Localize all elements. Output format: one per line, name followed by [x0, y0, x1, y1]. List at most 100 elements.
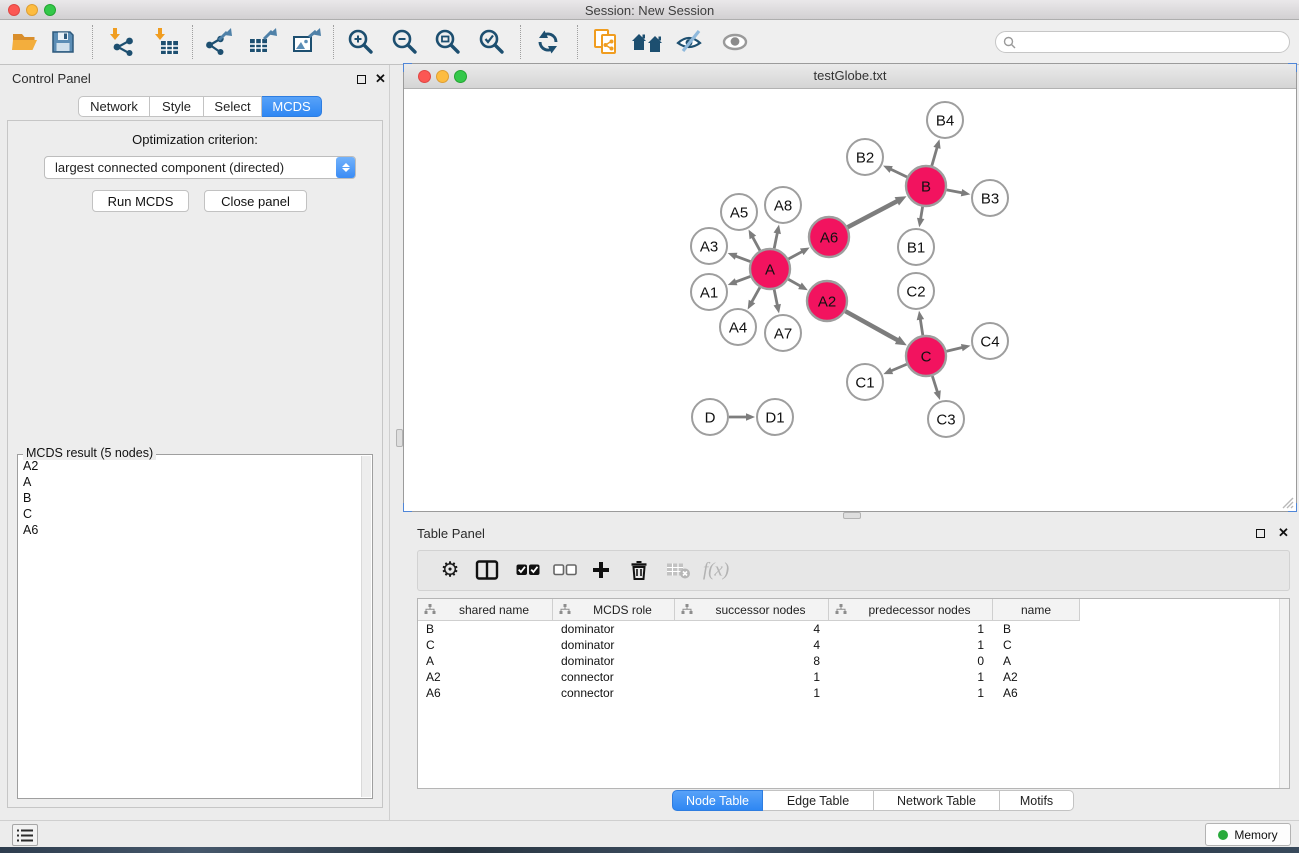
graph-edge-B-B3[interactable]: [947, 189, 971, 196]
open-session-button[interactable]: [10, 30, 40, 54]
graph-edge-C-C1[interactable]: [883, 364, 906, 374]
tab-edge-table[interactable]: Edge Table: [763, 790, 874, 811]
save-session-button[interactable]: [50, 30, 76, 54]
export-image-button[interactable]: [291, 28, 321, 56]
tab-select[interactable]: Select: [204, 96, 262, 117]
mcds-result-item[interactable]: A2: [19, 458, 361, 474]
import-network-button[interactable]: [106, 28, 136, 56]
column-header-name[interactable]: name: [993, 599, 1080, 621]
tab-style[interactable]: Style: [150, 96, 204, 117]
graph-node-A4[interactable]: A4: [720, 309, 756, 345]
refresh-view-button[interactable]: [534, 29, 562, 55]
graph-edge-B-B4[interactable]: [932, 139, 941, 166]
column-header-shared-name[interactable]: shared name: [418, 599, 553, 621]
graph-node-B[interactable]: B: [906, 166, 946, 206]
graph-edge-C-C2[interactable]: [917, 311, 924, 335]
criterion-dropdown[interactable]: largest connected component (directed): [44, 156, 356, 179]
table-row[interactable]: Adominator80A: [418, 653, 1289, 669]
column-header-predecessor-nodes[interactable]: predecessor nodes: [829, 599, 993, 621]
tab-node-table[interactable]: Node Table: [672, 790, 763, 811]
horizontal-splitter-handle[interactable]: [843, 512, 861, 519]
graph-edge-A-A1[interactable]: [728, 276, 751, 285]
table-scrollbar[interactable]: [1279, 599, 1289, 788]
graph-node-A8[interactable]: A8: [765, 187, 801, 223]
zoom-selected-button[interactable]: [478, 28, 506, 56]
function-builder-button[interactable]: f(x): [703, 561, 729, 580]
graph-node-B1[interactable]: B1: [898, 229, 934, 265]
tab-network-table[interactable]: Network Table: [874, 790, 1000, 811]
control-panel-float-button[interactable]: [357, 75, 366, 84]
run-mcds-button[interactable]: Run MCDS: [92, 190, 189, 212]
resize-grip-icon[interactable]: [1281, 496, 1294, 509]
memory-button[interactable]: Memory: [1205, 823, 1291, 846]
network-canvas[interactable]: B4B2BB3A8A5A6A3B1AA1C2A2A4A7C4CC1C3DD1: [404, 89, 1296, 511]
graph-node-A3[interactable]: A3: [691, 228, 727, 264]
table-row[interactable]: Bdominator41B: [418, 621, 1289, 637]
table-row[interactable]: Cdominator41C: [418, 637, 1289, 653]
graph-edge-A6-B[interactable]: [848, 196, 907, 227]
graph-edge-A2-C[interactable]: [845, 311, 906, 345]
graph-node-A1[interactable]: A1: [691, 274, 727, 310]
graph-node-C4[interactable]: C4: [972, 323, 1008, 359]
table-panel-float-button[interactable]: [1256, 529, 1265, 538]
show-all-button[interactable]: [720, 31, 750, 53]
mcds-result-item[interactable]: A: [19, 474, 361, 490]
tab-mcds[interactable]: MCDS: [262, 96, 322, 117]
first-neighbors-button[interactable]: [631, 30, 665, 54]
close-panel-button[interactable]: Close panel: [204, 190, 307, 212]
graph-node-C2[interactable]: C2: [898, 273, 934, 309]
graph-node-D[interactable]: D: [692, 399, 728, 435]
tab-motifs[interactable]: Motifs: [1000, 790, 1074, 811]
table-settings-button[interactable]: ⚙: [441, 560, 460, 581]
column-header-MCDS-role[interactable]: MCDS role: [553, 599, 675, 621]
graph-edge-A-A7[interactable]: [774, 290, 781, 314]
table-row[interactable]: A2connector11A2: [418, 669, 1289, 685]
graph-node-A7[interactable]: A7: [765, 315, 801, 351]
table-row[interactable]: A6connector11A6: [418, 685, 1289, 701]
network-window-titlebar[interactable]: testGlobe.txt: [404, 64, 1296, 89]
graph-edge-B-B1[interactable]: [917, 207, 924, 228]
graph-edge-C-C3[interactable]: [932, 376, 940, 400]
select-all-rows-button[interactable]: [516, 564, 540, 576]
graph-node-C3[interactable]: C3: [928, 401, 964, 437]
graph-node-A[interactable]: A: [750, 249, 790, 289]
graph-edge-B-B2[interactable]: [883, 166, 907, 177]
zoom-in-button[interactable]: [347, 28, 375, 56]
tab-network[interactable]: Network: [78, 96, 150, 117]
vertical-splitter-handle[interactable]: [396, 429, 403, 447]
mcds-result-item[interactable]: A6: [19, 522, 361, 538]
new-network-from-selection-button[interactable]: [592, 28, 620, 56]
graph-edge-A-A4[interactable]: [748, 287, 760, 309]
graph-node-B2[interactable]: B2: [847, 139, 883, 175]
graph-edge-D-D1[interactable]: [729, 413, 755, 421]
create-column-button[interactable]: [592, 561, 610, 579]
zoom-fit-button[interactable]: [434, 28, 462, 56]
delete-table-button[interactable]: [667, 561, 692, 580]
graph-edge-A-A5[interactable]: [749, 230, 760, 251]
zoom-out-button[interactable]: [391, 28, 419, 56]
result-list-scrollbar[interactable]: [361, 456, 371, 797]
graph-node-A5[interactable]: A5: [721, 194, 757, 230]
table-panel-close-button[interactable]: ✕: [1278, 526, 1289, 539]
mcds-result-item[interactable]: B: [19, 490, 361, 506]
graph-node-C1[interactable]: C1: [847, 364, 883, 400]
hide-selected-button[interactable]: [675, 29, 705, 55]
column-header-successor-nodes[interactable]: successor nodes: [675, 599, 829, 621]
graph-edge-A-A2[interactable]: [788, 279, 808, 290]
mcds-result-item[interactable]: C: [19, 506, 361, 522]
graph-edge-A-A3[interactable]: [728, 253, 751, 262]
graph-node-A6[interactable]: A6: [809, 217, 849, 257]
deselect-all-rows-button[interactable]: [553, 564, 577, 576]
graph-node-C[interactable]: C: [906, 336, 946, 376]
control-panel-close-button[interactable]: ✕: [375, 72, 386, 85]
search-input[interactable]: [1020, 33, 1289, 51]
graph-node-B4[interactable]: B4: [927, 102, 963, 138]
task-history-button[interactable]: [12, 824, 38, 846]
export-table-button[interactable]: [247, 28, 277, 56]
import-table-button[interactable]: [151, 28, 181, 56]
graph-edge-A-A6[interactable]: [788, 247, 809, 258]
graph-edge-C-C4[interactable]: [946, 344, 970, 351]
graph-edge-A-A8[interactable]: [774, 225, 781, 249]
toolbar-search-field[interactable]: [995, 31, 1290, 53]
delete-column-button[interactable]: [630, 560, 648, 581]
